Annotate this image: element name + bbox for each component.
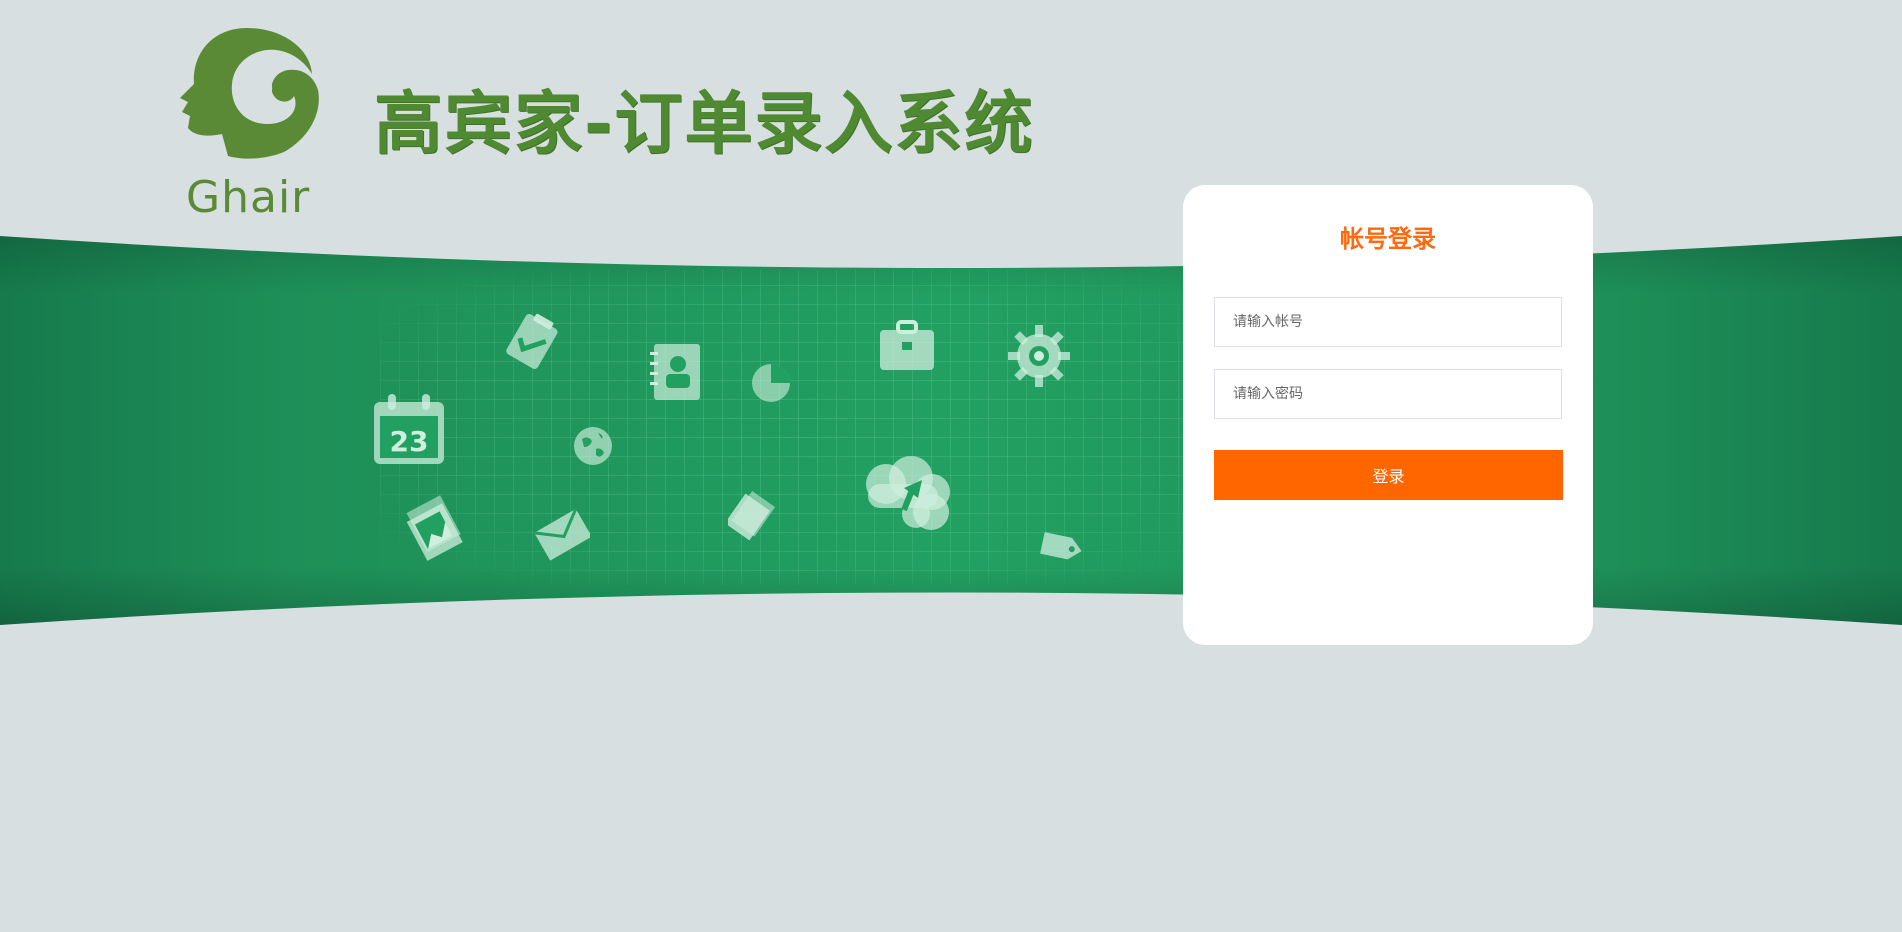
account-input[interactable] (1214, 297, 1562, 347)
password-input[interactable] (1214, 369, 1562, 419)
login-title: 帐号登录 (1340, 225, 1436, 253)
contact-book-icon (650, 342, 702, 402)
login-button[interactable]: 登录 (1214, 450, 1563, 500)
calendar-day-label: 23 (390, 425, 429, 458)
envelope-icon (534, 505, 590, 561)
pie-chart-icon (750, 362, 792, 404)
cards-icon (728, 490, 778, 542)
photos-icon (405, 495, 467, 561)
site-title: 高宾家-订单录入系统 (374, 85, 1035, 164)
login-panel: 帐号登录 登录 (1183, 185, 1593, 645)
globe-icon (572, 425, 614, 467)
tag-icon (1038, 530, 1086, 564)
briefcase-icon (878, 320, 936, 372)
logo-wordmark: Ghair (186, 172, 311, 223)
gear-icon (1008, 325, 1070, 387)
ghair-logo-icon (172, 24, 322, 174)
cloud-share-icon (856, 452, 956, 532)
clipboard-icon (500, 310, 562, 372)
calendar-icon: 23 (372, 394, 446, 466)
